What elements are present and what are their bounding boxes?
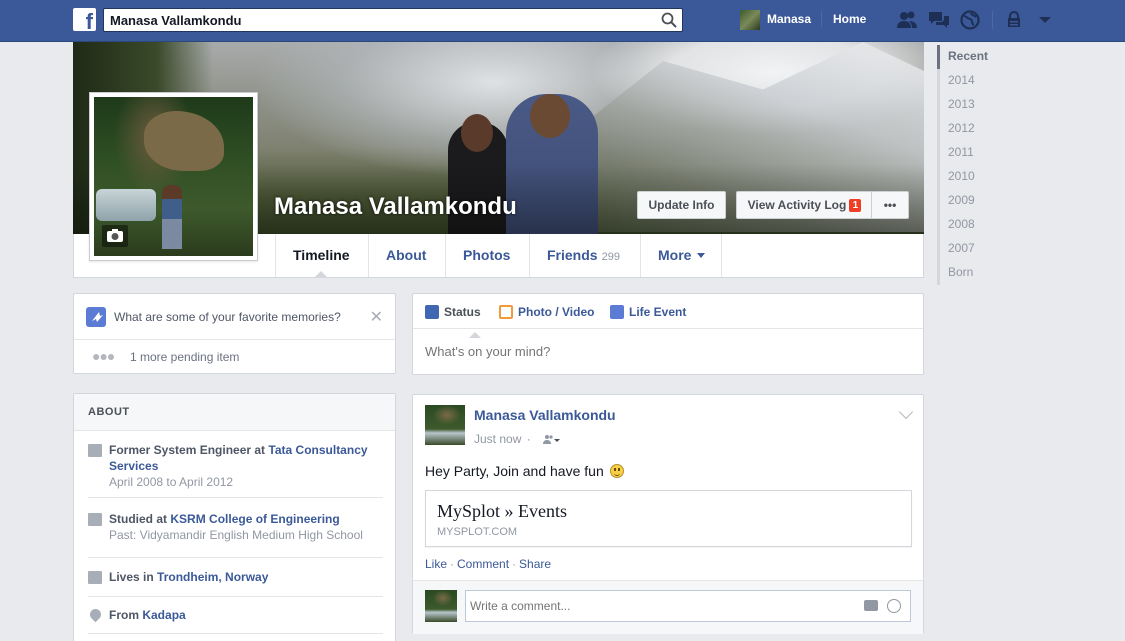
home-icon (88, 571, 102, 584)
activity-log-label: View Activity Log (747, 198, 847, 212)
briefcase-icon (88, 444, 102, 457)
post-message: Hey Party, Join and have fun (425, 463, 604, 479)
account-menu-chevron-down-icon[interactable] (1035, 10, 1057, 30)
past-school: Past: Vidyamandir English Medium High Sc… (109, 528, 363, 542)
smiley-emoji-icon (609, 464, 624, 478)
status-composer: Status Photo / Video Life Event (412, 293, 924, 375)
photo-icon (499, 305, 513, 319)
view-activity-log-button[interactable]: View Activity Log 1 (736, 191, 872, 219)
year-item[interactable]: 2007 (940, 237, 1037, 261)
link-domain: MYSPLOT.COM (437, 526, 518, 538)
facebook-logo-icon[interactable]: f (73, 8, 96, 31)
profile-picture[interactable] (89, 92, 258, 261)
comment-button[interactable]: Comment (457, 557, 509, 571)
search-input[interactable] (104, 9, 644, 31)
search-box (103, 8, 683, 32)
chevron-down-icon (697, 253, 706, 262)
notifications-globe-icon[interactable] (959, 10, 981, 30)
timeline-post: Manasa Vallamkondu Just now · Hey Party,… (412, 394, 924, 634)
nav-divider (992, 11, 993, 29)
pending-items-link[interactable]: 1 more pending item (130, 350, 239, 364)
camera-icon[interactable] (102, 225, 128, 247)
flag-icon (86, 307, 106, 327)
timeline-year-nav: Recent 2014 2013 2012 2011 2010 2009 200… (937, 45, 1037, 285)
composer-tab-photo-video[interactable]: Photo / Video (499, 305, 594, 319)
tab-about[interactable]: About (368, 234, 443, 277)
comment-input[interactable] (470, 592, 850, 620)
tab-timeline[interactable]: Timeline (275, 234, 367, 277)
comment-section (413, 580, 923, 634)
location-pin-icon (87, 606, 104, 623)
home-link[interactable]: Home (833, 12, 866, 26)
friends-count: 299 (601, 251, 620, 263)
search-icon[interactable] (661, 12, 677, 28)
tab-photos[interactable]: Photos (445, 234, 527, 277)
about-card: ABOUT Former System Engineer at Tata Con… (73, 393, 396, 641)
user-name-link[interactable]: Manasa (767, 12, 811, 26)
current-city-link[interactable]: Trondheim, Norway (157, 570, 268, 584)
school-icon (88, 513, 102, 526)
about-from-item: From Kadapa (87, 606, 383, 634)
nav-divider (821, 11, 822, 27)
year-item[interactable]: 2012 (940, 117, 1037, 141)
work-dates: April 2008 to April 2012 (109, 475, 234, 489)
about-lives-item: Lives in Trondheim, Norway (88, 569, 383, 597)
year-item[interactable]: 2009 (940, 189, 1037, 213)
year-item[interactable]: 2013 (940, 93, 1037, 117)
friend-requests-icon[interactable] (896, 10, 918, 30)
ellipsis-icon: ●●● (92, 348, 115, 364)
pencil-icon (425, 305, 439, 319)
more-options-button[interactable]: ••• (871, 191, 909, 219)
year-item-born[interactable]: Born (940, 261, 1037, 285)
emoji-icon[interactable] (887, 599, 901, 613)
year-item-recent[interactable]: Recent (937, 45, 1037, 69)
camera-icon[interactable] (864, 600, 878, 611)
profile-name[interactable]: Manasa Vallamkondu (274, 193, 517, 221)
tab-more[interactable]: More (640, 234, 723, 277)
messages-icon[interactable] (928, 10, 950, 30)
school-link[interactable]: KSRM College of Engineering (170, 512, 339, 526)
top-navigation-bar: f Manasa Home (0, 0, 1125, 42)
memories-prompt-card: What are some of your favorite memories?… (73, 293, 396, 374)
post-actions: Like · Comment · Share (425, 557, 552, 571)
about-heading[interactable]: ABOUT (74, 394, 395, 431)
post-timestamp[interactable]: Just now (474, 432, 521, 446)
about-education-item: Studied at KSRM College of Engineering P… (88, 511, 383, 558)
post-options-chevron-icon[interactable] (898, 404, 914, 420)
hometown-link[interactable]: Kadapa (142, 608, 185, 622)
author-avatar[interactable] (425, 405, 465, 445)
like-button[interactable]: Like (425, 557, 447, 571)
composer-tab-status[interactable]: Status (425, 305, 481, 338)
activity-count-badge: 1 (849, 199, 862, 212)
memories-question[interactable]: What are some of your favorite memories? (114, 310, 341, 324)
post-author-link[interactable]: Manasa Vallamkondu (474, 407, 616, 423)
audience-friends-icon[interactable] (542, 434, 561, 444)
update-info-button[interactable]: Update Info (637, 191, 726, 219)
user-avatar[interactable] (740, 10, 760, 30)
comment-box (465, 590, 911, 622)
status-input[interactable] (425, 344, 905, 359)
link-title: MySplot » Events (437, 501, 568, 521)
close-icon[interactable]: ✕ (370, 307, 383, 327)
life-event-flag-icon (610, 305, 624, 319)
composer-tab-life-event[interactable]: Life Event (610, 305, 686, 319)
privacy-shortcuts-icon[interactable] (1005, 10, 1027, 30)
year-item[interactable]: 2014 (940, 69, 1037, 93)
tab-friends[interactable]: Friends 299 (529, 234, 637, 277)
year-item[interactable]: 2011 (940, 141, 1037, 165)
about-work-item: Former System Engineer at Tata Consultan… (88, 442, 383, 498)
share-button[interactable]: Share (519, 557, 551, 571)
commenter-avatar (425, 590, 457, 622)
year-item[interactable]: 2010 (940, 165, 1037, 189)
year-item[interactable]: 2008 (940, 213, 1037, 237)
link-preview[interactable]: MySplot » Events MYSPLOT.COM (425, 490, 912, 547)
